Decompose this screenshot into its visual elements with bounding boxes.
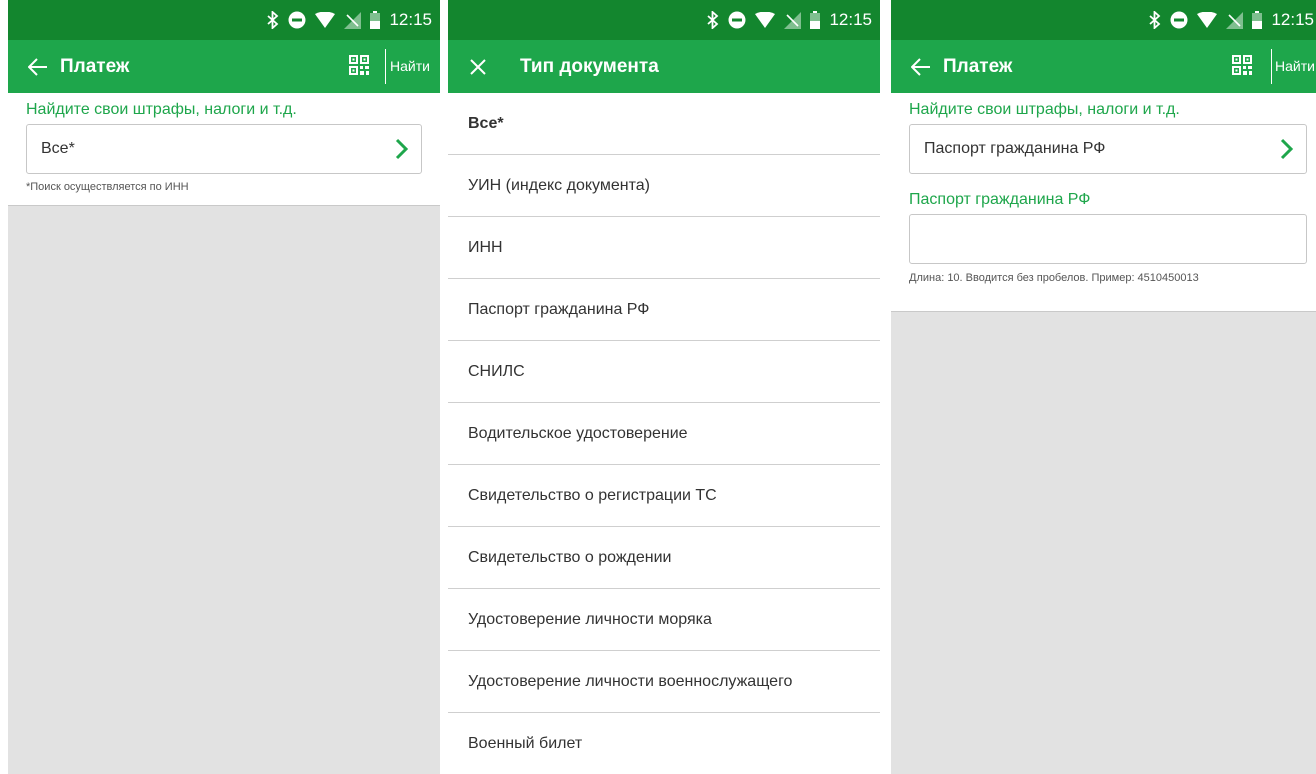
search-hint: *Поиск осуществляется по ИНН	[26, 181, 189, 193]
bluetooth-icon	[267, 11, 279, 29]
no-signal-icon	[1226, 11, 1244, 29]
chevron-right-icon	[1280, 138, 1294, 160]
page-title: Платеж	[60, 55, 130, 77]
status-bar: 12:15	[8, 0, 440, 40]
list-item-inn[interactable]: ИНН	[448, 217, 880, 279]
battery-icon	[1252, 11, 1263, 29]
document-type-selector[interactable]: Все*	[26, 124, 422, 174]
find-button[interactable]: Найти	[385, 49, 430, 84]
no-signal-icon	[784, 11, 802, 29]
status-time: 12:15	[389, 10, 432, 29]
list-item-birth-certificate[interactable]: Свидетельство о рождении	[448, 527, 880, 589]
back-arrow-icon	[28, 57, 47, 76]
document-type-selector[interactable]: Паспорт гражданина РФ	[909, 124, 1307, 174]
page-title: Платеж	[943, 55, 1013, 77]
page-title: Тип документа	[520, 55, 659, 77]
section-label: Найдите свои штрафы, налоги и т.д.	[909, 101, 1180, 118]
document-type-value: Все*	[41, 140, 75, 157]
wifi-icon	[1197, 12, 1218, 28]
app-bar: Тип документа	[448, 40, 880, 93]
passport-number-input[interactable]	[909, 214, 1307, 264]
list-item-snils[interactable]: СНИЛС	[448, 341, 880, 403]
status-time: 12:15	[1271, 10, 1314, 29]
payment-passport-screen: 12:15 Платеж Найти Найдите свои штрафы, …	[891, 0, 1316, 774]
document-type-value: Паспорт гражданина РФ	[924, 140, 1106, 157]
passport-input-label: Паспорт гражданина РФ	[909, 191, 1091, 208]
wifi-icon	[315, 12, 336, 28]
status-bar: 12:15	[891, 0, 1316, 40]
list-item-passport[interactable]: Паспорт гражданина РФ	[448, 279, 880, 341]
do-not-disturb-icon	[288, 11, 306, 29]
do-not-disturb-icon	[1170, 11, 1188, 29]
battery-icon	[370, 11, 381, 29]
list-item-military-id[interactable]: Удостоверение личности военнослужащего	[448, 651, 880, 713]
app-bar: Платеж Найти	[8, 40, 440, 93]
close-icon	[470, 58, 486, 75]
app-bar: Платеж Найти	[891, 40, 1316, 93]
qr-code-icon[interactable]	[349, 55, 369, 75]
status-bar: 12:15	[448, 0, 880, 40]
search-card: Найдите свои штрафы, налоги и т.д. Паспо…	[891, 93, 1316, 312]
chevron-right-icon	[395, 138, 409, 160]
list-item-military-ticket[interactable]: Военный билет	[448, 713, 880, 774]
passport-input-hint: Длина: 10. Вводится без пробелов. Пример…	[909, 272, 1199, 284]
search-card: Найдите свои штрафы, налоги и т.д. Все* …	[8, 93, 440, 206]
status-time: 12:15	[829, 10, 872, 29]
find-button[interactable]: Найти	[1271, 49, 1315, 84]
battery-icon	[810, 11, 821, 29]
payment-screen: 12:15 Платеж Найти Найдите свои штрафы, …	[8, 0, 440, 774]
list-item-vehicle-registration[interactable]: Свидетельство о регистрации ТС	[448, 465, 880, 527]
bluetooth-icon	[707, 11, 719, 29]
list-item-all[interactable]: Все*	[448, 93, 880, 155]
do-not-disturb-icon	[728, 11, 746, 29]
list-item-driver-license[interactable]: Водительское удостоверение	[448, 403, 880, 465]
back-button[interactable]	[899, 40, 943, 93]
list-item-uin[interactable]: УИН (индекс документа)	[448, 155, 880, 217]
wifi-icon	[755, 12, 776, 28]
document-type-screen: 12:15 Тип документа Все* УИН (индекс док…	[448, 0, 880, 774]
back-button[interactable]	[16, 40, 60, 93]
document-type-list: Все* УИН (индекс документа) ИНН Паспорт …	[448, 93, 880, 774]
back-arrow-icon	[911, 57, 930, 76]
list-item-seaman-id[interactable]: Удостоверение личности моряка	[448, 589, 880, 651]
bluetooth-icon	[1149, 11, 1161, 29]
close-button[interactable]	[456, 40, 500, 93]
no-signal-icon	[344, 11, 362, 29]
section-label: Найдите свои штрафы, налоги и т.д.	[26, 101, 297, 118]
qr-code-icon[interactable]	[1232, 55, 1252, 75]
